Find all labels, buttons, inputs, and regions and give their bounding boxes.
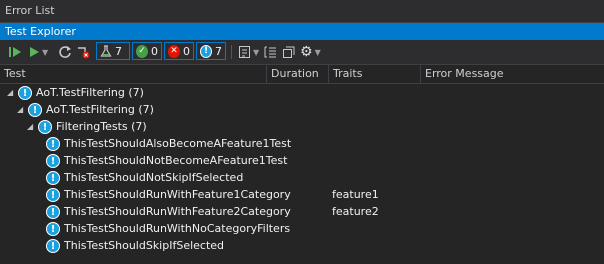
- error-icon: ✕: [168, 44, 180, 58]
- info-icon: !: [200, 44, 212, 58]
- open-button[interactable]: [282, 44, 295, 60]
- total-count: 7: [115, 44, 122, 58]
- window-icon: [283, 46, 295, 58]
- chevron-down-icon: ▼: [42, 47, 49, 57]
- info-icon: !: [18, 86, 32, 100]
- refresh-button[interactable]: [58, 44, 72, 60]
- test-name: AoT.TestFiltering (7): [46, 103, 154, 116]
- failed-tests-filter[interactable]: ✕ 0: [164, 42, 194, 60]
- group-by-icon: [264, 46, 276, 58]
- info-icon: !: [46, 171, 60, 185]
- skipped-count: 7: [215, 44, 222, 58]
- test-explorer-title: Test Explorer: [5, 25, 76, 38]
- test-row[interactable]: ! ThisTestShouldSkipIfSelected: [0, 237, 604, 255]
- info-icon: !: [46, 205, 60, 219]
- column-header: Test Duration Traits Error Message: [0, 65, 604, 84]
- info-icon: !: [46, 188, 60, 202]
- info-icon: !: [46, 222, 60, 236]
- test-row[interactable]: ! ThisTestShouldAlsoBecomeAFeature1Test: [0, 135, 604, 153]
- refresh-icon: [59, 46, 71, 58]
- expand-arrow-icon[interactable]: ◢: [7, 84, 13, 102]
- test-name: ThisTestShouldRunWithFeature2Category: [64, 205, 291, 218]
- test-explorer-toolbar: ▼ 7 ✓ 0 ✕ 0 ! 7 ▼ ⚙ ▼: [0, 40, 604, 65]
- expand-arrow-icon[interactable]: ◢: [27, 118, 33, 136]
- test-row[interactable]: ! ThisTestShouldNotSkipIfSelected: [0, 169, 604, 187]
- group-row[interactable]: ◢! AoT.TestFiltering (7): [0, 84, 604, 102]
- test-trait: feature1: [332, 188, 379, 201]
- test-name: ThisTestShouldNotSkipIfSelected: [64, 171, 244, 184]
- group-by-button[interactable]: [264, 44, 277, 60]
- error-list-tab[interactable]: Error List: [0, 0, 604, 23]
- toolbar-separator: [231, 45, 232, 59]
- error-list-title: Error List: [5, 4, 55, 17]
- passed-tests-filter[interactable]: ✓ 0: [132, 42, 162, 60]
- test-explorer-titlebar: Test Explorer: [0, 23, 604, 40]
- cancel-run-icon: [78, 47, 90, 59]
- failed-count: 0: [183, 44, 190, 58]
- test-row[interactable]: ! ThisTestShouldRunWithNoCategoryFilters: [0, 220, 604, 238]
- passed-count: 0: [151, 44, 158, 58]
- column-duration[interactable]: Duration: [266, 65, 328, 83]
- chevron-down-icon: ▼: [253, 47, 260, 57]
- flask-icon: [100, 44, 112, 57]
- cancel-button[interactable]: [76, 44, 90, 60]
- playlist-icon: [239, 46, 250, 58]
- chevron-down-icon: ▼: [314, 47, 321, 57]
- test-row[interactable]: ! ThisTestShouldRunWithFeature2Category fe…: [0, 203, 604, 221]
- info-icon: !: [46, 154, 60, 168]
- gear-icon: ⚙: [300, 44, 313, 60]
- column-test[interactable]: Test: [4, 65, 266, 83]
- check-icon: ✓: [136, 44, 148, 58]
- test-name: FilteringTests (7): [56, 120, 147, 133]
- test-name: ThisTestShouldSkipIfSelected: [64, 239, 225, 252]
- test-name: ThisTestShouldRunWithFeature1Category: [64, 188, 291, 201]
- total-tests-filter[interactable]: 7: [96, 42, 130, 60]
- test-name: AoT.TestFiltering (7): [36, 86, 144, 99]
- info-icon: !: [28, 103, 42, 117]
- test-name: ThisTestShouldRunWithNoCategoryFilters: [64, 222, 291, 235]
- column-error-message[interactable]: Error Message: [420, 65, 604, 83]
- test-row[interactable]: ! ThisTestShouldNotBecomeAFeature1Test: [0, 152, 604, 170]
- test-name: ThisTestShouldNotBecomeAFeature1Test: [64, 154, 288, 167]
- run-button[interactable]: ▼: [28, 44, 48, 60]
- playlist-button[interactable]: ▼: [238, 44, 259, 60]
- run-all-button[interactable]: [8, 44, 22, 60]
- group-row[interactable]: ◢! AoT.TestFiltering (7): [0, 101, 604, 119]
- expand-arrow-icon[interactable]: ◢: [17, 101, 23, 119]
- info-icon: !: [46, 239, 60, 253]
- test-name: ThisTestShouldAlsoBecomeAFeature1Test: [64, 137, 292, 150]
- run-all-icon: [9, 47, 21, 57]
- test-row[interactable]: ! ThisTestShouldRunWithFeature1Category fe…: [0, 186, 604, 204]
- info-icon: !: [46, 137, 60, 151]
- group-row[interactable]: ◢! FilteringTests (7): [0, 118, 604, 136]
- skipped-tests-filter[interactable]: ! 7: [196, 42, 226, 60]
- column-traits[interactable]: Traits: [328, 65, 420, 83]
- settings-button[interactable]: ⚙ ▼: [300, 44, 321, 60]
- info-icon: !: [38, 120, 52, 134]
- test-trait: feature2: [332, 205, 379, 218]
- run-icon: [30, 47, 39, 57]
